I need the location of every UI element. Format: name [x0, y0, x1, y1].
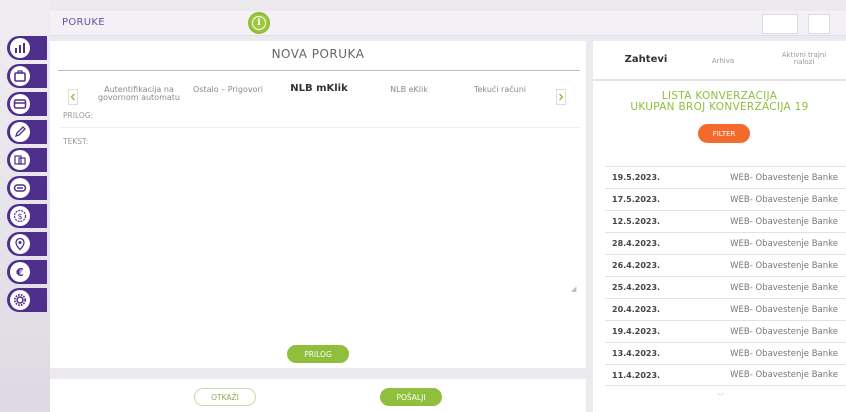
- gear-icon: [10, 290, 30, 310]
- chevron-down-icon[interactable]: ﹀: [717, 392, 724, 402]
- conversation-row[interactable]: 19.5.2023. WEB- Obavestenje Banke: [605, 166, 846, 188]
- chevron-right-icon: [559, 93, 564, 101]
- sidebar-item-transfer[interactable]: [7, 148, 47, 172]
- conversation-type: WEB- Obavestenje Banke: [730, 260, 838, 271]
- tab-nlb-mklik[interactable]: NLB mKlik: [284, 84, 354, 94]
- top-control-box-small[interactable]: [808, 14, 830, 34]
- field-separator: [60, 127, 580, 128]
- conversation-row[interactable]: 25.4.2023. WEB- Obavestenje Banke: [605, 276, 846, 298]
- minus-card-icon: [10, 178, 30, 198]
- euro-icon: €: [10, 262, 30, 282]
- conversation-type: WEB- Obavestenje Banke: [730, 216, 838, 227]
- conversation-date: 13.4.2023.: [612, 349, 661, 358]
- tab-scroll-right-button[interactable]: [556, 89, 566, 105]
- conversation-type: WEB- Obavestenje Banke: [730, 172, 838, 183]
- divider: [58, 70, 580, 71]
- edit-icon: [10, 122, 30, 142]
- tab-zahtevi[interactable]: Zahtevi: [621, 55, 671, 65]
- conversation-type: WEB- Obavestenje Banke: [730, 348, 838, 359]
- compose-title: NOVA PORUKA: [271, 47, 365, 61]
- conversations-panel: Zahtevi Arhiva Aktivni trajni nalozi LIS…: [593, 41, 846, 412]
- conversation-type: WEB- Obavestenje Banke: [730, 370, 838, 380]
- tab-tekuci-racuni[interactable]: Tekući računi: [462, 86, 538, 94]
- conversation-date: 28.4.2023.: [612, 239, 661, 248]
- send-button[interactable]: POŠALJI: [380, 388, 442, 406]
- tab-arhiva[interactable]: Arhiva: [703, 58, 743, 65]
- conversation-row[interactable]: 26.4.2023. WEB- Obavestenje Banke: [605, 254, 846, 276]
- conversation-date: 17.5.2023.: [612, 195, 661, 204]
- conversation-type: WEB- Obavestenje Banke: [730, 326, 838, 337]
- conversation-count: UKUPAN BROJ KONVERZACIJA 19: [630, 101, 809, 113]
- text-label: TEKST:: [63, 137, 89, 146]
- sidebar-item-credit[interactable]: [7, 176, 47, 200]
- conversation-row[interactable]: 13.4.2023. WEB- Obavestenje Banke: [605, 342, 846, 364]
- action-bar: OTKAŽI POŠALJI: [50, 379, 586, 412]
- resize-handle-icon[interactable]: ◢: [571, 285, 576, 293]
- tab-nlb-eklik[interactable]: NLB eKlik: [376, 86, 442, 94]
- sidebar-item-locations[interactable]: [7, 232, 47, 256]
- top-bar: PORUKE i: [50, 11, 846, 36]
- sidebar-item-payments[interactable]: [7, 64, 47, 88]
- sidebar-item-currency[interactable]: €: [7, 260, 47, 284]
- conversation-date: 12.5.2023.: [612, 217, 661, 226]
- conversation-type: WEB- Obavestenje Banke: [730, 194, 838, 205]
- transfer-icon: [10, 150, 30, 170]
- chevron-left-icon: [70, 93, 75, 101]
- conversation-date: 11.4.2023.: [612, 370, 661, 380]
- sidebar-item-accounts[interactable]: [7, 36, 47, 60]
- tab-aktivni-trajni-nalozi[interactable]: Aktivni trajni nalozi: [777, 52, 831, 66]
- tab-scroll-left-button[interactable]: [68, 89, 78, 105]
- sidebar-item-cards[interactable]: [7, 92, 47, 116]
- conversation-row[interactable]: 11.4.2023. WEB- Obavestenje Banke: [605, 364, 846, 386]
- tab-ostalo-prigovori[interactable]: Ostalo – Prigovori: [187, 86, 269, 94]
- conversation-list: 19.5.2023. WEB- Obavestenje Banke 17.5.202…: [605, 166, 846, 386]
- conversation-date: 19.5.2023.: [612, 173, 661, 182]
- attach-button[interactable]: PRILOG: [287, 345, 349, 363]
- conversation-row[interactable]: 17.5.2023. WEB- Obavestenje Banke: [605, 188, 846, 210]
- location-pin-icon: [10, 234, 30, 254]
- conversation-date: 26.4.2023.: [612, 261, 661, 270]
- svg-text:€: €: [15, 266, 24, 279]
- conversation-type: WEB- Obavestenje Banke: [730, 304, 838, 315]
- conversation-row[interactable]: 19.4.2023. WEB- Obavestenje Banke: [605, 320, 846, 342]
- info-icon[interactable]: i: [248, 12, 270, 34]
- conversation-tabs: Zahtevi Arhiva Aktivni trajni nalozi: [593, 41, 846, 81]
- briefcase-icon: [10, 66, 30, 86]
- svg-text:$: $: [17, 212, 22, 221]
- card-icon: [10, 94, 30, 114]
- sidebar-item-exchange[interactable]: $: [7, 204, 47, 228]
- conversation-date: 25.4.2023.: [612, 283, 661, 292]
- conversation-date: 20.4.2023.: [612, 305, 661, 314]
- conversation-row[interactable]: 28.4.2023. WEB- Obavestenje Banke: [605, 232, 846, 254]
- message-textarea[interactable]: [60, 149, 580, 339]
- compose-panel: NOVA PORUKA Autentifikacija na govornom …: [50, 41, 586, 368]
- conversation-type: WEB- Obavestenje Banke: [730, 238, 838, 249]
- dollar-icon: $: [10, 206, 30, 226]
- bar-chart-icon: [10, 38, 30, 58]
- conversation-date: 19.4.2023.: [612, 327, 661, 336]
- conversation-row[interactable]: 20.4.2023. WEB- Obavestenje Banke: [605, 298, 846, 320]
- attachment-label: PRILOG:: [63, 111, 94, 120]
- page-title: PORUKE: [62, 17, 105, 28]
- cancel-button[interactable]: OTKAŽI: [194, 388, 256, 406]
- sidebar-item-settings[interactable]: [7, 288, 47, 312]
- top-control-box[interactable]: [762, 14, 798, 34]
- conversation-type: WEB- Obavestenje Banke: [730, 282, 838, 293]
- conversation-row[interactable]: 12.5.2023. WEB- Obavestenje Banke: [605, 210, 846, 232]
- filter-button[interactable]: FILTER: [698, 124, 750, 143]
- sidebar-item-edit[interactable]: [7, 120, 47, 144]
- tab-autentifikacija[interactable]: Autentifikacija na govornom automatu: [98, 86, 180, 102]
